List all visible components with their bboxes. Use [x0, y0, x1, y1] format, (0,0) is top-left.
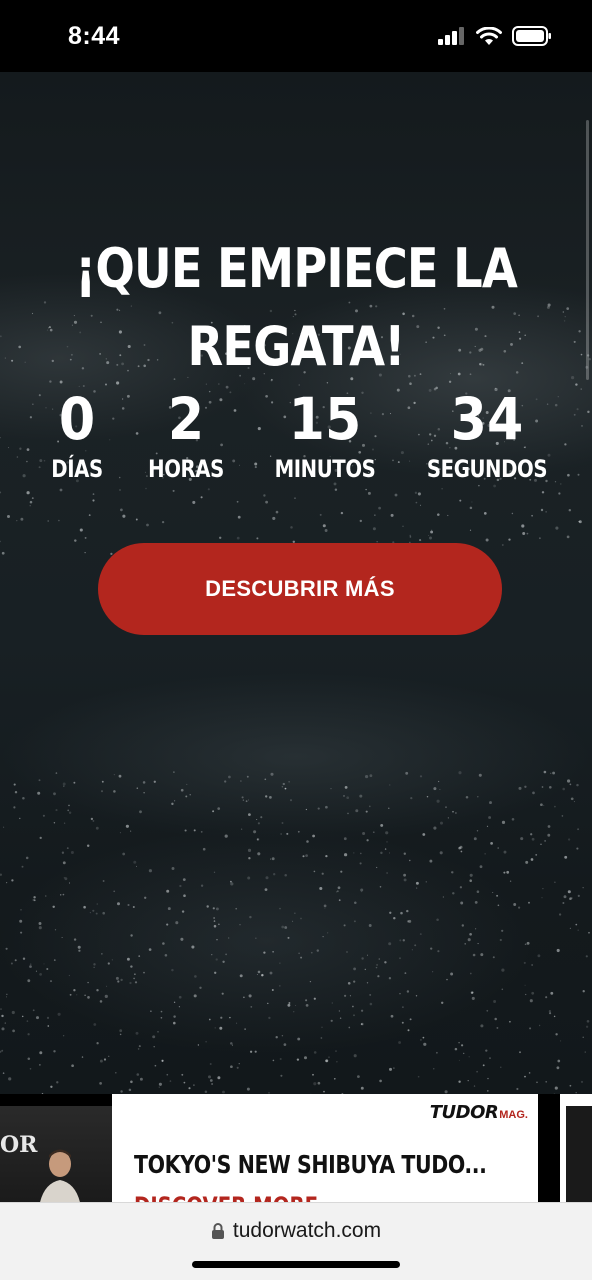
discover-more-button[interactable]: DESCUBRIR MÁS — [98, 543, 502, 635]
article-card[interactable]: TUDOR MAG. TOKYO'S NEW SHIBUYA TUDO... D… — [112, 1094, 538, 1202]
countdown-days-label: DÍAS — [51, 455, 103, 483]
battery-icon — [512, 26, 551, 46]
tudor-mag-logo: TUDOR MAG. — [430, 1102, 528, 1123]
previous-card-image[interactable]: OR — [0, 1106, 112, 1202]
hero-title: ¡QUE EMPIECE LA REGATA! — [41, 230, 550, 386]
discover-more-link[interactable]: DISCOVER MORE — [134, 1192, 318, 1202]
countdown-seconds-label: SEGUNDOS — [426, 455, 548, 483]
previous-card-text: OR — [0, 1132, 38, 1158]
countdown-hours: 2 HORAS — [136, 382, 236, 482]
article-carousel[interactable]: OR TUDOR MAG. TOKYO'S NEW SHIBUYA TUDO..… — [0, 1094, 592, 1202]
hero-section: ¡QUE EMPIECE LA REGATA! 0 DÍAS 2 HORAS 1… — [0, 72, 592, 1094]
countdown-seconds-value: 34 — [450, 385, 524, 453]
hero-title-line2: REGATA! — [187, 315, 405, 378]
mag-label: MAG. — [499, 1109, 528, 1121]
countdown: 0 DÍAS 2 HORAS 15 MINUTOS 34 SEGUNDOS — [0, 382, 592, 482]
countdown-seconds: 34 SEGUNDOS — [412, 382, 562, 482]
countdown-hours-value: 2 — [167, 385, 205, 453]
countdown-minutes-label: MINUTOS — [274, 455, 376, 483]
countdown-days-value: 0 — [58, 385, 96, 453]
countdown-minutes-value: 15 — [288, 385, 362, 453]
next-card-image — [566, 1106, 592, 1202]
status-bar: 8:44 — [0, 0, 592, 72]
url-text: tudorwatch.com — [232, 1219, 382, 1242]
wifi-icon — [476, 26, 502, 45]
url-field[interactable]: tudorwatch.com — [0, 1219, 592, 1243]
lock-icon — [211, 1223, 224, 1239]
home-indicator[interactable] — [192, 1261, 400, 1268]
status-time: 8:44 — [68, 22, 121, 50]
browser-address-bar[interactable]: tudorwatch.com — [0, 1202, 592, 1280]
signal-icon — [438, 27, 464, 45]
countdown-hours-label: HORAS — [148, 455, 224, 483]
status-icons — [438, 26, 552, 46]
tudor-wordmark: TUDOR — [429, 1102, 499, 1123]
countdown-days: 0 DÍAS — [38, 382, 116, 482]
hero-title-line1: ¡QUE EMPIECE LA — [75, 237, 518, 300]
person-photo — [40, 1149, 80, 1202]
countdown-minutes: 15 MINUTOS — [258, 382, 392, 482]
scroll-indicator[interactable] — [586, 120, 589, 380]
next-card[interactable] — [560, 1094, 592, 1202]
article-title[interactable]: TOKYO'S NEW SHIBUYA TUDO... — [134, 1150, 487, 1179]
